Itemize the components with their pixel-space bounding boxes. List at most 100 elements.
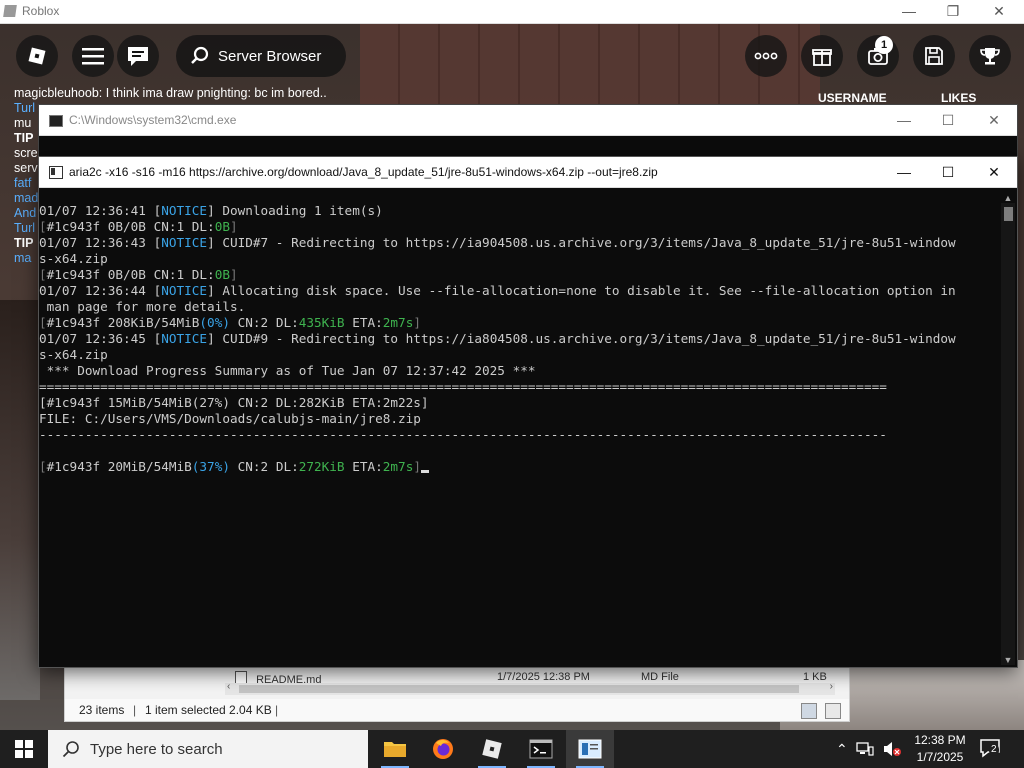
console-line: ========================================… bbox=[39, 379, 999, 395]
console-line: [#1c943f 208KiB/54MiB(0%) CN:2 DL:435KiB… bbox=[39, 315, 999, 331]
leaderboard-button[interactable] bbox=[969, 35, 1011, 77]
selection-info: 1 item selected 2.04 KB bbox=[145, 703, 272, 717]
cmd-maximize-button[interactable]: ☐ bbox=[925, 105, 971, 135]
scrollbar-thumb[interactable] bbox=[1004, 207, 1013, 221]
chat-message-text: magicbleuhoob: I think ima draw pnightin… bbox=[14, 86, 327, 100]
file-size: 1 KB bbox=[803, 671, 827, 683]
console-segment: ] CUID#9 - Redirecting to https://ia8045… bbox=[207, 331, 956, 346]
cmd-titlebar[interactable]: C:\Windows\system32\cmd.exe — ☐ ✕ bbox=[39, 105, 1017, 136]
console-segment: [#1c943f 15MiB/54MiB(27%) CN:2 DL:282KiB… bbox=[39, 395, 429, 410]
scroll-left-icon[interactable]: ‹ bbox=[227, 681, 230, 692]
minimize-button[interactable]: — bbox=[894, 1, 924, 21]
console-segment: [ bbox=[39, 267, 47, 282]
volume-muted-icon[interactable] bbox=[882, 741, 902, 757]
taskbar-firefox[interactable] bbox=[419, 730, 467, 768]
windows-taskbar: Type here to search ⌃ 12:38 PM 1/7/2025 … bbox=[0, 730, 1024, 768]
hamburger-icon bbox=[82, 48, 104, 65]
save-disk-icon bbox=[925, 47, 943, 65]
terminal-window-title: aria2c -x16 -s16 -m16 https://archive.or… bbox=[69, 165, 658, 179]
taskbar-roblox[interactable] bbox=[468, 730, 516, 768]
console-segment: (37%) bbox=[191, 459, 230, 474]
show-hidden-icons[interactable]: ⌃ bbox=[836, 741, 848, 758]
taskbar-console-window[interactable] bbox=[566, 730, 614, 768]
console-segment: 272KiB bbox=[298, 459, 345, 474]
console-segment: 2m7s bbox=[382, 315, 414, 330]
console-segment: ] CUID#7 - Redirecting to https://ia9045… bbox=[207, 235, 956, 250]
start-button[interactable] bbox=[0, 730, 48, 768]
console-line: 01/07 12:36:41 [NOTICE] Downloading 1 it… bbox=[39, 203, 999, 219]
cmd-minimize-button[interactable]: — bbox=[881, 105, 927, 135]
chat-bubble-icon bbox=[128, 47, 148, 66]
console-segment: ] bbox=[413, 315, 421, 330]
firefox-icon bbox=[433, 739, 453, 759]
hamburger-menu-button[interactable] bbox=[72, 35, 114, 77]
trophy-icon bbox=[980, 48, 1000, 65]
console-segment: CN:2 DL: bbox=[229, 315, 299, 330]
console-line: [#1c943f 15MiB/54MiB(27%) CN:2 DL:282KiB… bbox=[39, 395, 999, 411]
console-line: 01/07 12:36:45 [NOTICE] CUID#9 - Redirec… bbox=[39, 331, 999, 347]
console-segment: ] Allocating disk space. Use --file-allo… bbox=[207, 283, 956, 298]
chat-toggle-button[interactable] bbox=[117, 35, 159, 77]
terminal-close-button[interactable]: ✕ bbox=[971, 157, 1017, 187]
cmd-close-button[interactable]: ✕ bbox=[971, 105, 1017, 135]
gift-button[interactable] bbox=[801, 35, 843, 77]
console-line: 01/07 12:36:43 [NOTICE] CUID#7 - Redirec… bbox=[39, 235, 999, 251]
console-line: s-x64.zip bbox=[39, 251, 999, 267]
save-button[interactable] bbox=[913, 35, 955, 77]
roblox-logo-icon bbox=[482, 739, 502, 759]
restore-button[interactable]: ❐ bbox=[938, 1, 968, 21]
console-line: man page for more details. bbox=[39, 299, 999, 315]
console-segment: NOTICE bbox=[161, 235, 208, 250]
terminal-icon bbox=[529, 739, 553, 759]
taskbar-search-box[interactable]: Type here to search bbox=[48, 730, 368, 768]
roblox-titlebar: Roblox — ❐ ✕ bbox=[0, 0, 1024, 24]
terminal-minimize-button[interactable]: — bbox=[881, 157, 927, 187]
server-browser-label: Server Browser bbox=[218, 47, 322, 65]
file-type: MD File bbox=[641, 671, 679, 683]
taskbar-command-prompt[interactable] bbox=[517, 730, 565, 768]
cmd-app-icon bbox=[49, 115, 63, 127]
console-segment: 2m7s bbox=[382, 459, 414, 474]
terminal-scrollbar[interactable]: ▲ ▼ bbox=[1001, 193, 1015, 665]
more-options-button[interactable] bbox=[745, 35, 787, 77]
terminal-titlebar[interactable]: aria2c -x16 -s16 -m16 https://archive.or… bbox=[39, 157, 1017, 188]
tiles-view-icon[interactable] bbox=[825, 703, 841, 719]
scroll-up-icon[interactable]: ▲ bbox=[1001, 193, 1015, 203]
leaderboard-username-header: USERNAME bbox=[818, 91, 887, 105]
search-icon bbox=[191, 46, 209, 64]
taskbar-file-explorer[interactable] bbox=[371, 730, 419, 768]
cmd-window-background[interactable]: C:\Windows\system32\cmd.exe — ☐ ✕ bbox=[38, 104, 1018, 162]
console-segment: s-x64.zip bbox=[39, 251, 108, 266]
console-segment: ] bbox=[229, 219, 238, 234]
explorer-horizontal-scrollbar[interactable]: ‹ › bbox=[225, 681, 835, 695]
terminal-output[interactable]: 01/07 12:36:41 [NOTICE] Downloading 1 it… bbox=[39, 203, 999, 663]
aria2c-terminal-window[interactable]: aria2c -x16 -s16 -m16 https://archive.or… bbox=[38, 156, 1018, 668]
network-icon[interactable] bbox=[856, 742, 874, 756]
console-segment: 0B bbox=[214, 219, 230, 234]
action-center-button[interactable]: 2 bbox=[980, 738, 1004, 760]
console-segment: ETA: bbox=[344, 459, 383, 474]
scroll-right-icon[interactable]: › bbox=[830, 681, 833, 692]
console-segment: 01/07 12:36:43 [ bbox=[39, 235, 162, 250]
details-view-icon[interactable] bbox=[801, 703, 817, 719]
more-dots-icon bbox=[754, 52, 778, 60]
console-line: 01/07 12:36:44 [NOTICE] Allocating disk … bbox=[39, 283, 999, 299]
console-segment: ----------------------------------------… bbox=[39, 427, 887, 442]
terminal-maximize-button[interactable]: ☐ bbox=[925, 157, 971, 187]
server-browser-button[interactable]: Server Browser bbox=[176, 35, 346, 77]
scrollbar-thumb[interactable] bbox=[239, 685, 799, 693]
file-date: 1/7/2025 12:38 PM bbox=[497, 671, 590, 683]
console-segment: [ bbox=[39, 459, 47, 474]
console-segment: *** Download Progress Summary as of Tue … bbox=[39, 363, 536, 378]
file-explorer-window[interactable]: README.md 1/7/2025 12:38 PM MD File 1 KB… bbox=[64, 664, 850, 722]
roblox-logo-icon bbox=[28, 47, 46, 65]
roblox-window-title: Roblox bbox=[22, 4, 60, 18]
console-segment: CN:2 DL: bbox=[229, 459, 299, 474]
console-segment: 01/07 12:36:44 [ bbox=[39, 283, 162, 298]
close-button[interactable]: ✕ bbox=[984, 1, 1014, 21]
roblox-menu-button[interactable] bbox=[16, 35, 58, 77]
taskbar-clock[interactable]: 12:38 PM 1/7/2025 bbox=[908, 732, 972, 766]
camera-notification-badge: 1 bbox=[875, 36, 893, 54]
scroll-down-icon[interactable]: ▼ bbox=[1001, 655, 1015, 665]
